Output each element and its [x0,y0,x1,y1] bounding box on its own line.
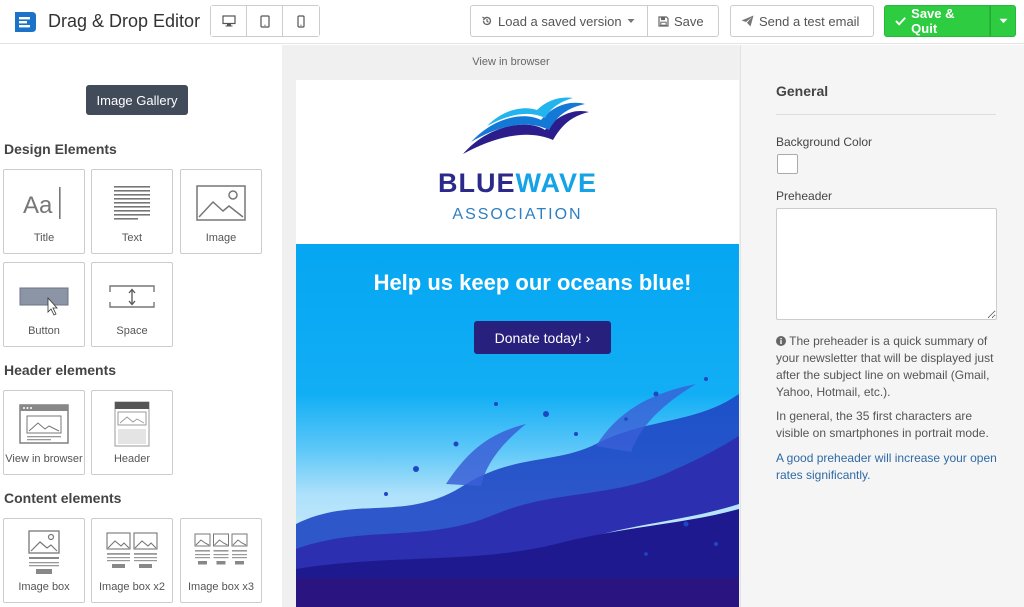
image-element-tile[interactable]: Image [180,169,262,254]
preheader-tip-link[interactable]: A good preheader will increase your open… [776,450,1001,484]
general-heading: General [776,83,829,99]
tile-label: Text [121,232,143,244]
text-lines-icon [114,186,150,220]
water-splash-image [296,377,739,578]
brand-name: BLUEWAVE [296,168,739,199]
save-options-dropdown[interactable] [990,5,1016,37]
tablet-icon [259,14,270,28]
image-gallery-button[interactable]: Image Gallery [86,85,188,115]
header-element-tile[interactable]: Header [91,390,173,475]
content-elements-heading: Content elements [4,490,122,506]
email-body: BLUEWAVE ASSOCIATION Help us keep our oc… [296,80,739,607]
caret-down-icon [999,18,1007,24]
image-box-x3-element-tile[interactable]: Image box x3 [180,518,262,603]
title-icon: Aa [23,187,61,219]
divider [776,114,996,115]
caret-down-icon [627,19,635,23]
donate-button[interactable]: Donate today! › [474,321,611,354]
mobile-icon [297,14,305,28]
image-box-icon [28,530,60,574]
tile-label: Image [205,232,237,244]
email-preview-canvas: View in browser BLUEWAVE ASSOCIATION Hel… [282,45,740,607]
save-and-quit-button[interactable]: Save & Quit [884,5,990,37]
tile-label: Image box x3 [187,581,255,593]
save-and-quit-label: Save & Quit [911,6,955,36]
button-element-tile[interactable]: Button [3,262,85,347]
space-icon [109,285,155,308]
info-icon [776,336,786,346]
header-elements-heading: Header elements [4,362,117,378]
view-in-browser-element-tile[interactable]: View in browser [3,390,85,475]
brand-name-part2: WAVE [515,168,597,198]
mobile-view-button[interactable] [283,6,319,36]
button-icon [19,287,69,316]
tile-label: Image box x2 [98,581,166,593]
checkmark-icon [895,17,906,26]
design-elements-heading: Design Elements [4,141,117,157]
space-element-tile[interactable]: Space [91,262,173,347]
image-box-x2-element-tile[interactable]: Image box x2 [91,518,173,603]
hero-banner: Help us keep our oceans blue! Donate tod… [296,244,739,578]
tile-label: Title [33,232,55,244]
desktop-view-button[interactable] [211,6,247,36]
desktop-icon [221,15,236,27]
tile-label: Image box [18,581,70,593]
save-label: Save [674,13,704,29]
tile-label: Space [116,325,148,337]
history-icon [482,16,492,26]
send-test-email-button[interactable]: Send a test email [730,5,874,37]
view-in-browser-link[interactable]: View in browser [282,56,740,68]
background-color-label: Background Color [776,135,873,149]
browser-window-icon [19,404,69,444]
send-test-email-label: Send a test email [759,13,860,29]
brand-subtitle: ASSOCIATION [452,206,583,223]
image-box-x2-icon [106,532,158,568]
svg-text:Aa: Aa [23,192,53,219]
paper-plane-icon [741,15,754,27]
bluewave-logo-icon [463,97,589,154]
image-icon [196,185,246,221]
settings-panel: General Background Color Preheader The p… [740,45,1024,607]
app-title: Drag & Drop Editor [48,11,201,31]
load-saved-version-label: Load a saved version [498,13,622,29]
header-layout-icon [114,401,150,447]
preheader-info-content: The preheader is a quick summary of your… [776,334,994,399]
preheader-textarea[interactable] [776,208,997,320]
image-box-element-tile[interactable]: Image box [3,518,85,603]
tablet-view-button[interactable] [247,6,283,36]
device-switcher [210,5,320,37]
top-toolbar: Drag & Drop Editor Load a saved version … [0,0,1024,44]
email-footer-band [296,578,739,607]
background-color-swatch[interactable] [777,154,798,174]
title-element-tile[interactable]: Aa Title [3,169,85,254]
app-logo-icon [15,12,36,32]
tile-label: Header [113,453,151,465]
hero-title: Help us keep our oceans blue! [373,270,692,295]
preheader-chars-text: In general, the 35 first characters are … [776,409,989,440]
load-saved-version-button[interactable]: Load a saved version [470,5,648,37]
tile-label: View in browser [5,453,83,465]
image-box-x3-icon [194,533,248,565]
tile-label: Button [28,325,60,337]
floppy-disk-icon [658,15,669,27]
elements-panel: Image Gallery Design Elements Aa Title T… [0,45,282,607]
preheader-info-text: The preheader is a quick summary of your… [776,333,1001,401]
brand-name-part1: BLUE [437,168,516,198]
preheader-label: Preheader [776,189,833,203]
text-element-tile[interactable]: Text [91,169,173,254]
save-button[interactable]: Save [647,5,719,37]
